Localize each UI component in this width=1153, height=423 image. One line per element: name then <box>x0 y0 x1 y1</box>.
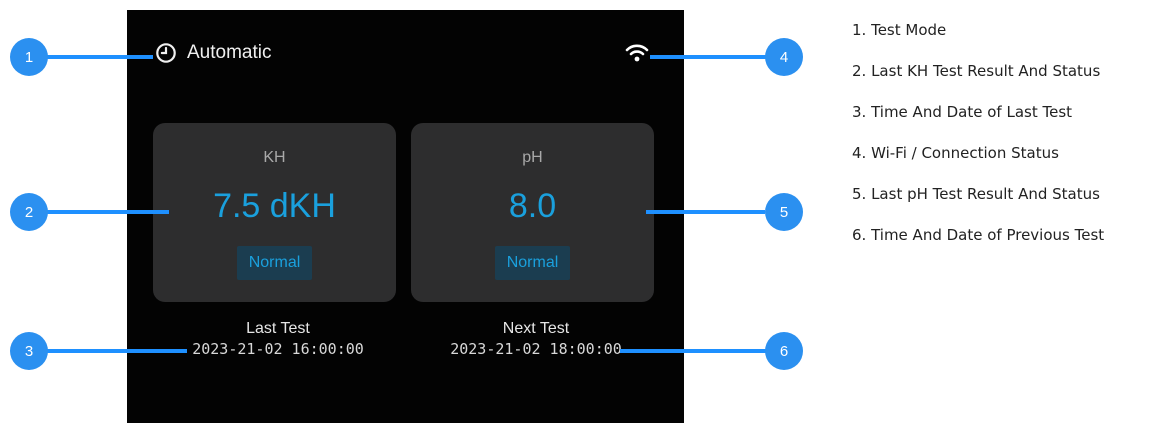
callout-line-2 <box>45 210 169 214</box>
last-test-label: Last Test <box>246 320 310 337</box>
kh-value: 7.5 dKH <box>213 187 336 225</box>
kh-status-badge: Normal <box>236 246 313 280</box>
legend-item: 3. Time And Date of Last Test <box>852 103 1073 121</box>
kh-label: KH <box>263 149 286 166</box>
marker-4: 4 <box>765 38 803 76</box>
ph-status-badge: Normal <box>494 246 571 280</box>
ph-label: pH <box>522 149 543 166</box>
marker-3: 3 <box>10 332 48 370</box>
marker-5: 5 <box>765 193 803 231</box>
marker-6: 6 <box>765 332 803 370</box>
callout-line-3 <box>45 349 187 353</box>
next-test-info: Next Test 2023-21-02 18:00:00 <box>443 319 629 359</box>
device-screen: Automatic KH 7.5 dKH Normal pH 8.0 Norma… <box>127 10 684 423</box>
legend-item: 5. Last pH Test Result And Status <box>852 185 1100 203</box>
next-test-label: Next Test <box>502 320 570 337</box>
legend-item: 2. Last KH Test Result And Status <box>852 62 1101 80</box>
legend-list: 1. Test Mode 2. Last KH Test Result And … <box>852 18 1104 264</box>
legend-item: 1. Test Mode <box>852 21 947 39</box>
kh-result-card[interactable]: KH 7.5 dKH Normal <box>153 123 396 302</box>
test-mode-label: Automatic <box>187 42 272 63</box>
callout-line-5 <box>646 210 765 214</box>
last-test-time: 2023-21-02 16:00:00 <box>192 340 364 358</box>
legend-item: 4. Wi-Fi / Connection Status <box>852 144 1059 162</box>
marker-2: 2 <box>10 193 48 231</box>
wifi-icon[interactable] <box>625 43 649 63</box>
ph-result-card[interactable]: pH 8.0 Normal <box>411 123 654 302</box>
callout-line-6 <box>620 349 767 353</box>
last-test-info: Last Test 2023-21-02 16:00:00 <box>185 319 371 359</box>
callout-line-1 <box>45 55 153 59</box>
marker-1: 1 <box>10 38 48 76</box>
clock-icon <box>156 43 176 63</box>
next-test-time: 2023-21-02 18:00:00 <box>450 340 622 358</box>
callout-line-4 <box>650 55 767 59</box>
test-mode-indicator[interactable]: Automatic <box>155 42 271 64</box>
legend-item: 6. Time And Date of Previous Test <box>852 226 1105 244</box>
ph-value: 8.0 <box>508 187 557 225</box>
